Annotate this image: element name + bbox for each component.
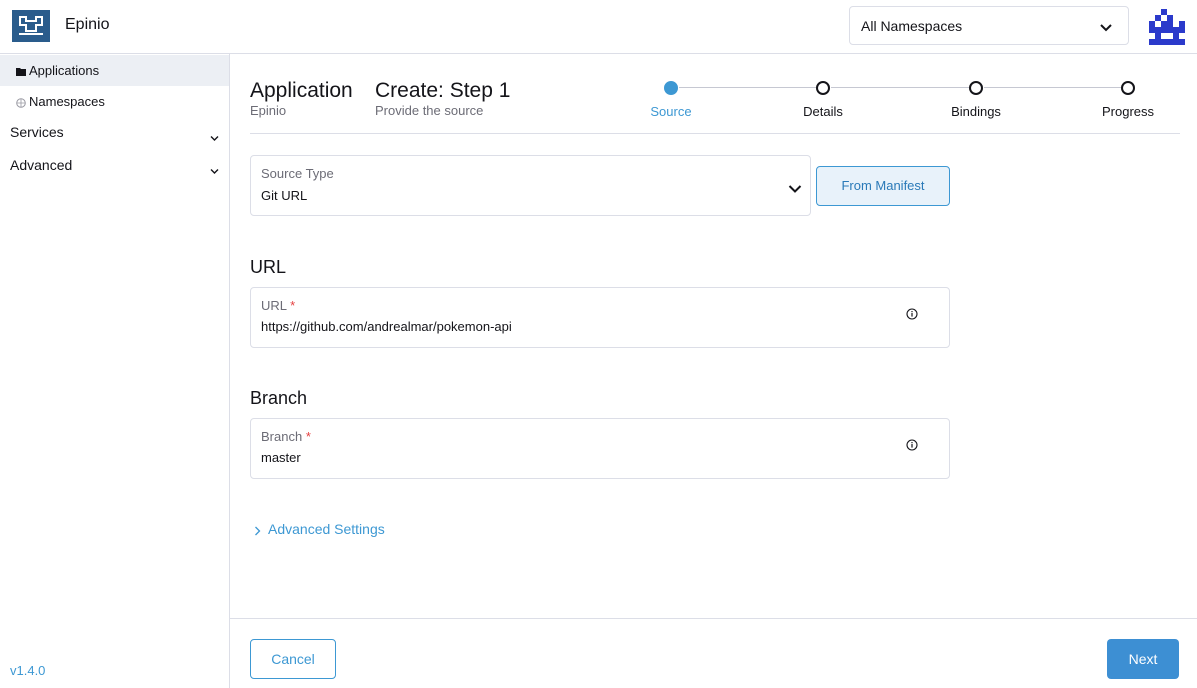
step-source-dot[interactable] <box>664 81 678 95</box>
info-icon[interactable] <box>906 438 918 451</box>
source-type-value: Git URL <box>261 188 308 203</box>
user-avatar-icon[interactable] <box>1149 9 1185 45</box>
sidebar-item-namespaces[interactable]: Namespaces <box>0 86 229 117</box>
cancel-button[interactable]: Cancel <box>250 639 336 679</box>
stepper-connector <box>679 87 816 88</box>
required-marker: * <box>290 298 296 313</box>
sidebar-item-label: Namespaces <box>29 94 105 109</box>
url-input[interactable]: https://github.com/andrealmar/pokemon-ap… <box>261 319 512 334</box>
url-section-heading: URL <box>250 257 287 277</box>
from-manifest-button[interactable]: From Manifest <box>816 166 950 206</box>
step-details-dot[interactable] <box>816 81 830 95</box>
chevron-down-icon <box>210 162 219 178</box>
step-source-label[interactable]: Source <box>626 104 716 119</box>
source-type-select[interactable]: Source Type Git URL <box>250 155 811 216</box>
step-title: Create: Step 1 <box>375 79 511 102</box>
branch-input[interactable]: master <box>261 450 301 465</box>
app-name: Epinio <box>65 16 110 33</box>
next-button[interactable]: Next <box>1107 639 1179 679</box>
chevron-right-icon <box>254 523 261 539</box>
page-title: Application <box>250 79 353 102</box>
chevron-down-icon <box>210 129 219 145</box>
globe-icon <box>16 96 26 108</box>
chevron-down-icon <box>1100 20 1112 38</box>
sidebar-item-applications[interactable]: Applications <box>0 55 229 86</box>
version-link[interactable]: v1.4.0 <box>10 663 45 678</box>
url-label-text: URL <box>261 298 287 313</box>
step-progress-dot[interactable] <box>1121 81 1135 95</box>
step-bindings-dot[interactable] <box>969 81 983 95</box>
sidebar: Applications Namespaces Services Advance… <box>0 54 230 688</box>
step-bindings-label[interactable]: Bindings <box>931 104 1021 119</box>
source-type-label: Source Type <box>261 166 334 181</box>
step-progress-label[interactable]: Progress <box>1083 104 1173 119</box>
page-subtitle: Epinio <box>250 103 287 118</box>
branch-label-text: Branch <box>261 429 303 444</box>
namespace-select[interactable]: All Namespaces <box>849 6 1129 45</box>
sidebar-group-services[interactable]: Services <box>0 118 229 148</box>
chevron-down-icon <box>788 181 802 199</box>
step-subtitle: Provide the source <box>375 103 484 118</box>
top-header: Epinio All Namespaces <box>0 0 1197 54</box>
sidebar-group-label: Advanced <box>10 157 73 173</box>
url-field[interactable]: URL * https://github.com/andrealmar/poke… <box>250 287 950 348</box>
url-field-label: URL * <box>261 298 295 313</box>
stepper-connector <box>831 87 969 88</box>
sidebar-group-label: Services <box>10 124 64 140</box>
epinio-logo-icon[interactable] <box>12 10 50 42</box>
sidebar-group-advanced[interactable]: Advanced <box>0 151 229 181</box>
stepper-connector <box>984 87 1121 88</box>
info-icon[interactable] <box>906 307 918 320</box>
footer-divider <box>230 618 1197 619</box>
namespace-select-value: All Namespaces <box>861 18 963 34</box>
step-details-label[interactable]: Details <box>778 104 868 119</box>
required-marker: * <box>305 429 311 444</box>
title-divider <box>250 133 1180 134</box>
sidebar-item-label: Applications <box>29 63 100 78</box>
folder-icon <box>16 65 26 76</box>
branch-section-heading: Branch <box>250 388 308 408</box>
branch-field[interactable]: Branch * master <box>250 418 950 479</box>
advanced-settings-label: Advanced Settings <box>268 521 385 537</box>
branch-field-label: Branch * <box>261 429 311 444</box>
